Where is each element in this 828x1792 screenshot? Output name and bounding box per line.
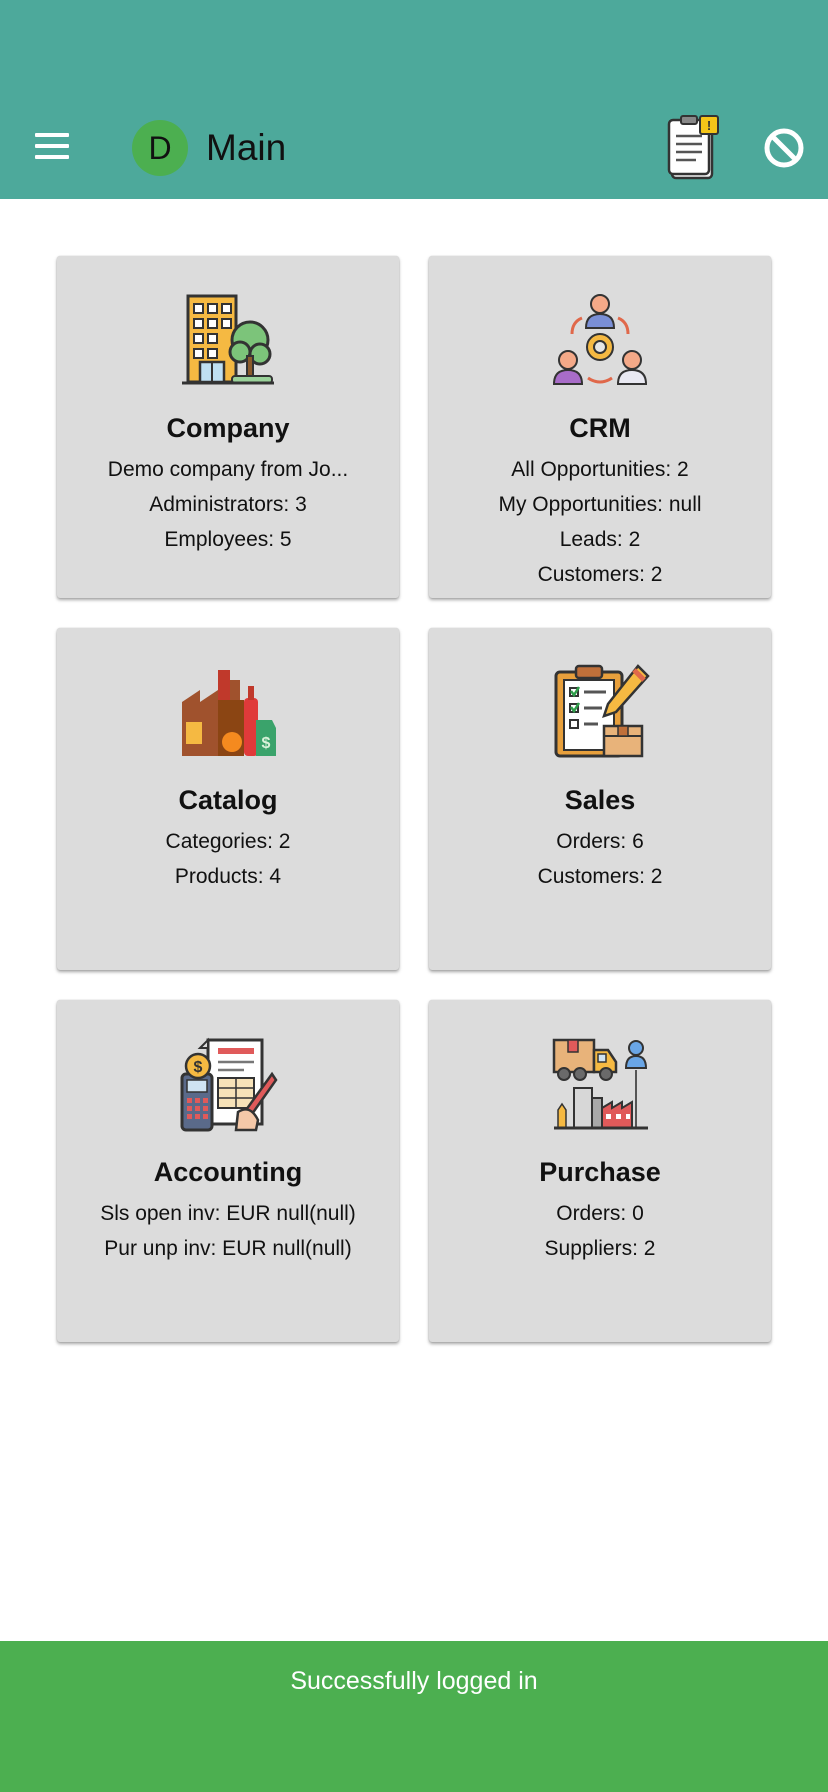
card-title: Company [166, 413, 290, 443]
card-title: Purchase [539, 1157, 661, 1187]
card-accounting[interactable]: $ Accounting Sls open inv: EUR null(null… [57, 1000, 399, 1342]
card-sales[interactable]: Sales Orders: 6 Customers: 2 [429, 628, 771, 970]
my-opportunities: My Opportunities: null [498, 493, 702, 516]
card-details: Sls open inv: EUR null(null) Pur unp inv… [57, 1196, 399, 1266]
card-crm[interactable]: CRM All Opportunities: 2 My Opportunitie… [429, 256, 771, 598]
leads-count: Leads: 2 [559, 528, 641, 551]
accounting-invoice-icon: $ [180, 1037, 278, 1132]
clipboard-notes-icon: ! [667, 115, 719, 180]
menu-icon-line [35, 144, 69, 148]
administrators-count: Administrators: 3 [149, 493, 307, 516]
logout-button[interactable] [760, 124, 808, 172]
all-opportunities: All Opportunities: 2 [511, 458, 689, 481]
card-title: Catalog [178, 785, 278, 815]
menu-icon [35, 133, 69, 137]
crm-network-icon [552, 294, 648, 385]
card-details: Orders: 6 Customers: 2 [429, 824, 771, 894]
snackbar-message: Successfully logged in [290, 1667, 538, 1695]
purchase-unpaid-invoices: Pur unp inv: EUR null(null) [104, 1237, 352, 1260]
employees-count: Employees: 5 [164, 528, 292, 551]
svg-text:$: $ [194, 1059, 203, 1076]
dashboard-grid: Company Demo company from Jo... Administ… [57, 256, 772, 1342]
card-purchase[interactable]: Purchase Orders: 0 Suppliers: 2 [429, 1000, 771, 1342]
svg-text:!: ! [707, 118, 711, 133]
products-catalog-icon: $ [182, 670, 276, 756]
block-icon [764, 128, 804, 168]
card-details: Orders: 0 Suppliers: 2 [429, 1196, 771, 1266]
svg-text:$: $ [262, 735, 271, 752]
card-catalog[interactable]: $ Catalog Categories: 2 Products: 4 [57, 628, 399, 970]
card-details: Demo company from Jo... Administrators: … [57, 452, 399, 557]
card-title: Accounting [153, 1157, 303, 1187]
menu-button[interactable] [24, 118, 80, 174]
orders-count: Orders: 0 [556, 1202, 644, 1225]
products-count: Products: 4 [174, 865, 282, 888]
delivery-factory-icon [552, 1038, 648, 1130]
notes-button[interactable]: ! [664, 114, 728, 182]
sales-open-invoices: Sls open inv: EUR null(null) [100, 1202, 356, 1225]
customers-count: Customers: 2 [537, 865, 663, 888]
card-details: All Opportunities: 2 My Opportunities: n… [429, 452, 771, 592]
app-bar: D Main ! [0, 0, 828, 199]
orders-count: Orders: 6 [556, 830, 644, 853]
office-building-icon [182, 294, 274, 385]
card-title: Sales [564, 785, 636, 815]
customers-count: Customers: 2 [537, 563, 663, 586]
avatar[interactable]: D [132, 120, 188, 176]
company-name: Demo company from Jo... [107, 458, 349, 481]
page-title: Main [206, 127, 287, 168]
order-clipboard-icon [554, 664, 650, 758]
snackbar: Successfully logged in [0, 1641, 828, 1792]
menu-icon-line [35, 155, 69, 159]
categories-count: Categories: 2 [165, 830, 291, 853]
suppliers-count: Suppliers: 2 [544, 1237, 656, 1260]
card-details: Categories: 2 Products: 4 [57, 824, 399, 894]
card-company[interactable]: Company Demo company from Jo... Administ… [57, 256, 399, 598]
card-title: CRM [569, 413, 631, 443]
